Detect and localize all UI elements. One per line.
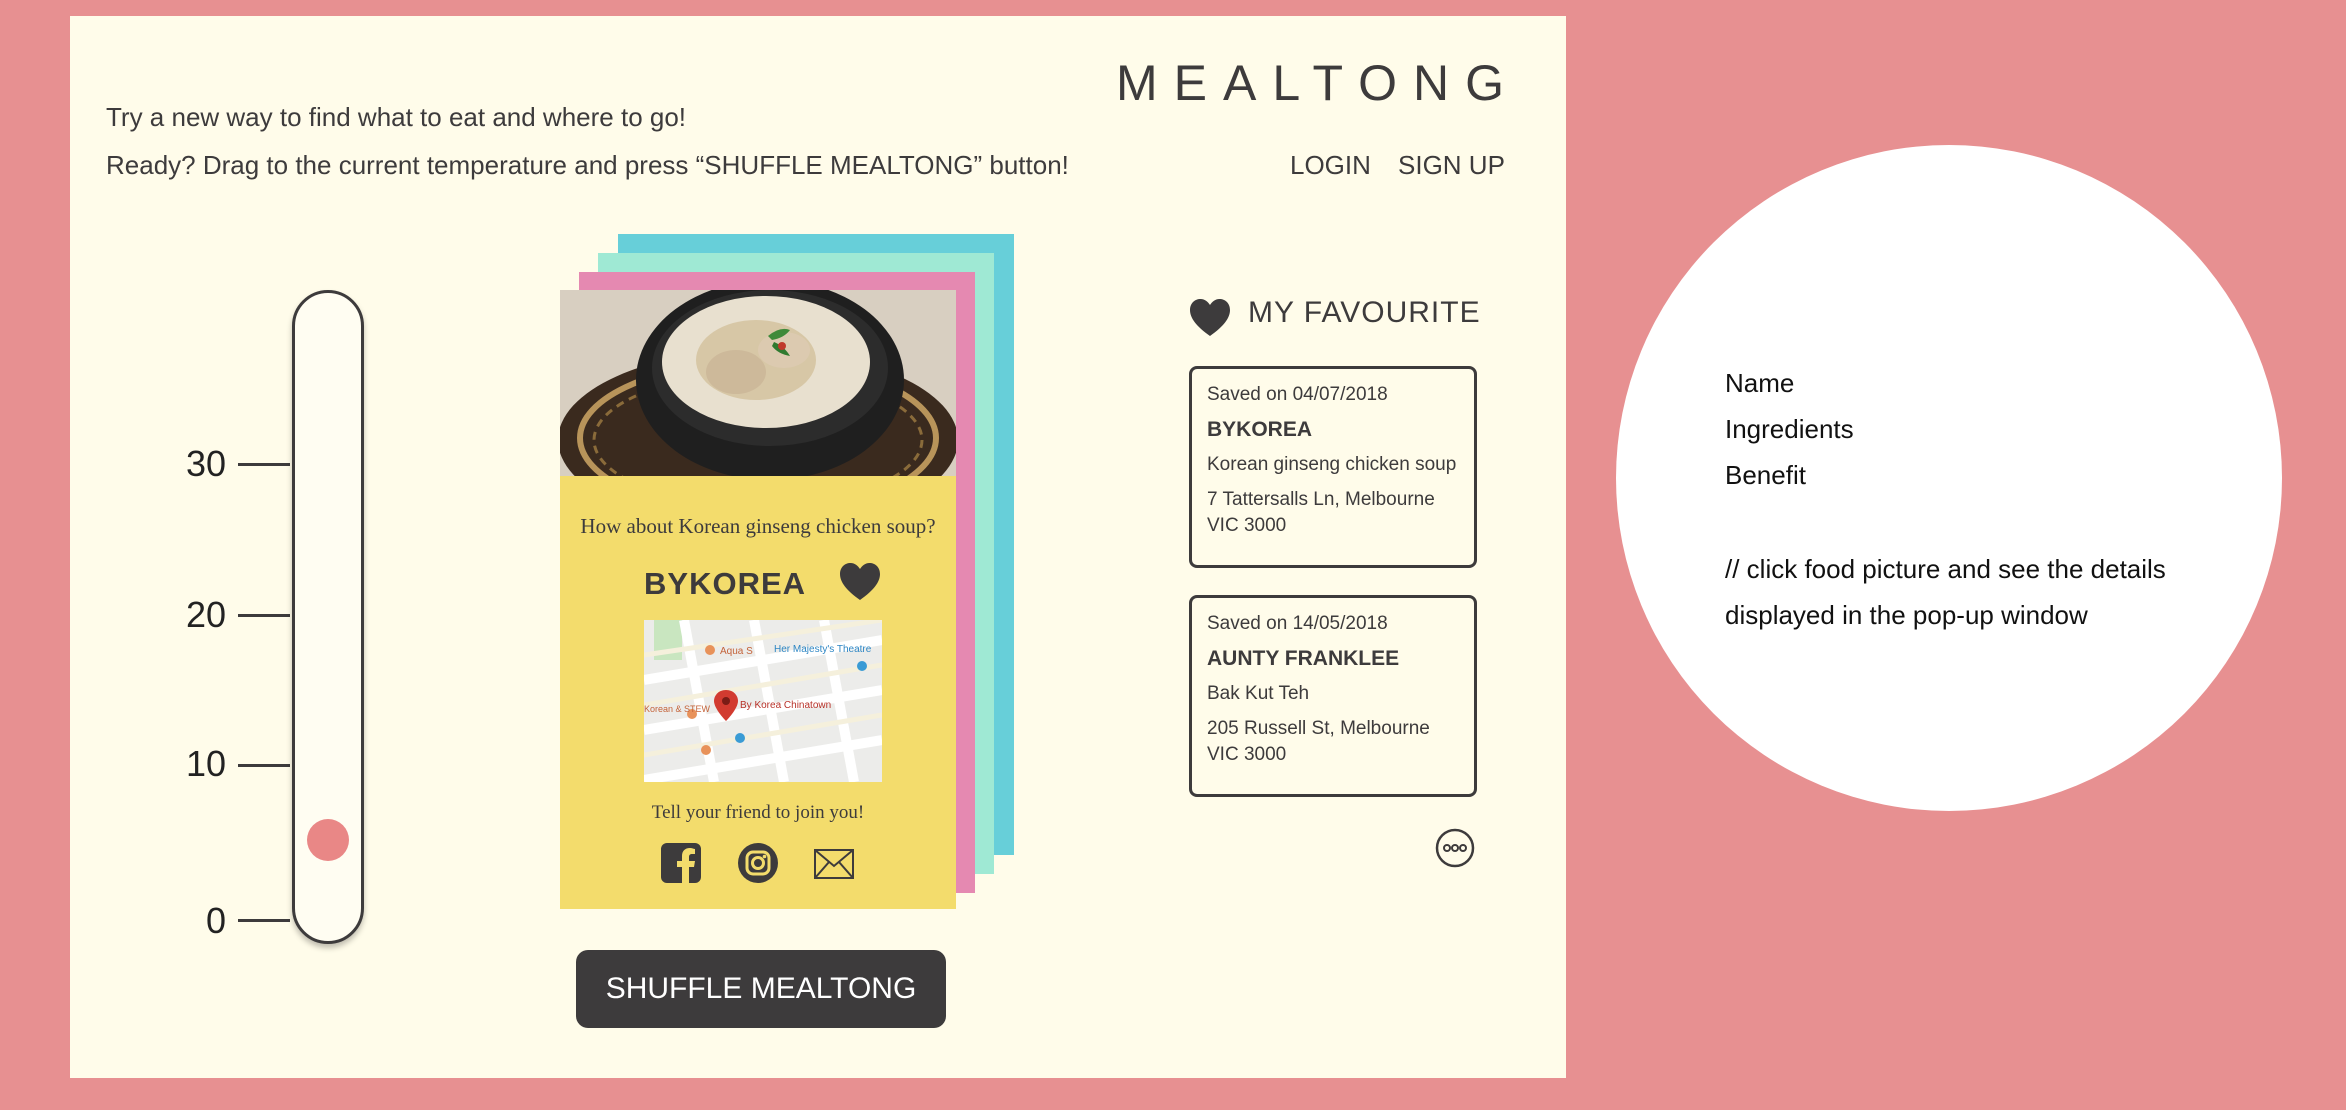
- popup-note-line2: displayed in the pop-up window: [1725, 600, 2088, 630]
- restaurant-map[interactable]: Aqua S Her Majesty's Theatre By Korea Ch…: [644, 620, 882, 782]
- main-panel: MEALTONG Try a new way to find what to e…: [70, 16, 1566, 1078]
- map-label-bykorea: By Korea Chinatown: [740, 700, 831, 711]
- facebook-icon[interactable]: [660, 842, 702, 884]
- food-picture[interactable]: [560, 290, 956, 476]
- favourite-card[interactable]: Saved on 14/05/2018 AUNTY FRANKLEE Bak K…: [1189, 595, 1477, 797]
- mail-icon[interactable]: [813, 842, 855, 884]
- map-image: Aqua S Her Majesty's Theatre By Korea Ch…: [644, 620, 882, 782]
- popup-ingredients-label: Ingredients: [1725, 414, 1854, 444]
- tick-label-0: 0: [205, 900, 226, 941]
- shuffle-mealtong-button[interactable]: SHUFFLE MEALTONG: [576, 950, 946, 1028]
- intro-text: Try a new way to find what to eat and wh…: [106, 102, 687, 132]
- tick-label-10: 10: [185, 743, 226, 784]
- favourite-heart-icon[interactable]: [838, 560, 882, 604]
- share-prompt: Tell your friend to join you!: [651, 802, 865, 823]
- brand-logo: MEALTONG: [1116, 55, 1520, 111]
- map-label-aqua: Aqua S: [720, 646, 753, 657]
- popup-benefit-label: Benefit: [1725, 460, 1806, 490]
- favourite-restaurant-name: AUNTY FRANKLEE: [1207, 647, 1400, 670]
- map-label-theatre: Her Majesty's Theatre: [774, 644, 872, 655]
- favourite-card[interactable]: Saved on 04/07/2018 BYKOREA Korean ginse…: [1189, 366, 1477, 568]
- tick-10: [238, 764, 290, 767]
- map-label-korean-stew: Korean & STEW: [644, 704, 711, 714]
- tick-20: [238, 614, 290, 617]
- temperature-slider-handle[interactable]: [307, 819, 349, 861]
- meal-suggestion-card[interactable]: How about Korean ginseng chicken soup? B…: [560, 290, 956, 909]
- signup-link[interactable]: SIGN UP: [1398, 150, 1505, 181]
- tick-0: [238, 919, 290, 922]
- tick-label-30: 30: [185, 443, 226, 484]
- more-icon[interactable]: [1435, 828, 1475, 868]
- my-favourite-title: MY FAVOURITE: [1248, 296, 1481, 329]
- details-popup: [1616, 145, 2282, 811]
- popup-name-label: Name: [1725, 368, 1795, 398]
- favourite-address: 7 Tattersalls Ln, Melbourne VIC 3000: [1207, 489, 1435, 536]
- favourite-saved-date: Saved on 14/05/2018: [1207, 613, 1388, 634]
- instagram-icon[interactable]: [737, 842, 779, 884]
- popup-note-line1: // click food picture and see the detail…: [1725, 554, 2166, 584]
- favourite-dish: Bak Kut Teh: [1207, 683, 1310, 704]
- favourite-saved-date: Saved on 04/07/2018: [1207, 384, 1388, 405]
- restaurant-name: BYKOREA: [644, 566, 807, 601]
- suggestion-question: How about Korean ginseng chicken soup?: [580, 514, 936, 538]
- login-link[interactable]: LOGIN: [1290, 150, 1371, 181]
- favourite-address: 205 Russell St, Melbourne VIC 3000: [1207, 718, 1430, 765]
- favourite-dish: Korean ginseng chicken soup: [1207, 454, 1457, 475]
- tick-label-20: 20: [185, 594, 226, 635]
- instruction-text: Ready? Drag to the current temperature a…: [106, 150, 1069, 180]
- ginseng-soup-image: [560, 290, 956, 476]
- tick-30: [238, 463, 290, 466]
- my-favourite-heart-icon: [1190, 299, 1230, 336]
- favourite-restaurant-name: BYKOREA: [1207, 418, 1313, 441]
